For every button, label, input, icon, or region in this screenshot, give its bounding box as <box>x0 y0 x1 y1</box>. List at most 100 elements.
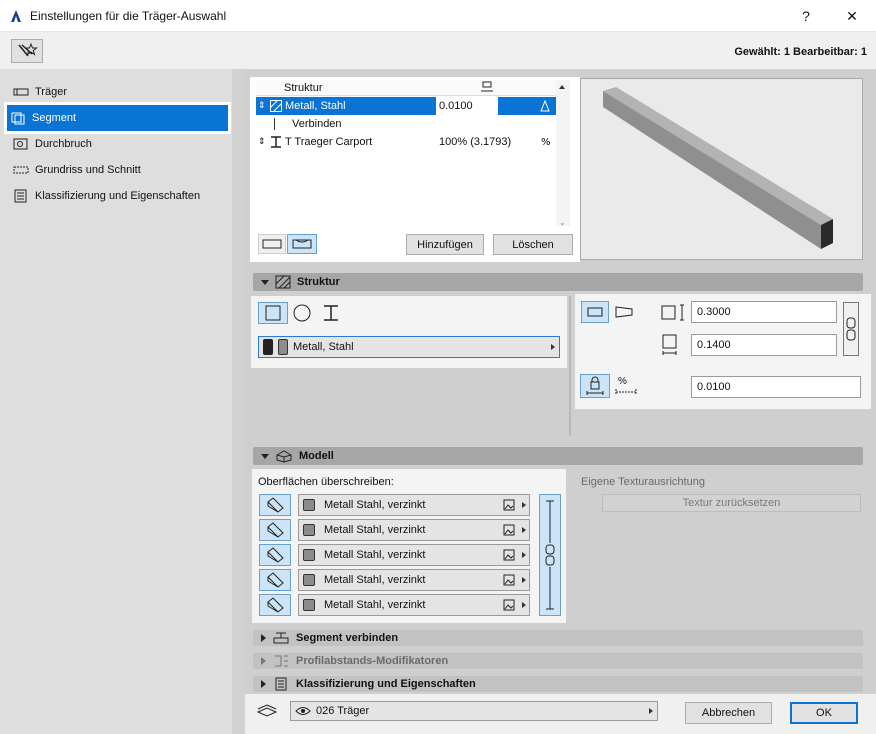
image-icon <box>503 549 515 561</box>
surface-side-button[interactable] <box>259 544 291 566</box>
taper-icon <box>615 306 633 318</box>
floorplan-section-icon <box>13 166 29 174</box>
section-title: Struktur <box>297 276 340 288</box>
add-button[interactable]: Hinzufügen <box>406 234 484 255</box>
sidebar-item-segment[interactable]: Segment <box>4 102 231 134</box>
height-field[interactable]: 0.1400 <box>691 334 837 356</box>
sidebar-item-durchbruch[interactable]: Durchbruch <box>7 132 231 156</box>
popup-arrow-icon <box>522 527 526 533</box>
percent-icon: % <box>618 376 627 387</box>
surface-side-button[interactable] <box>259 569 291 591</box>
profile-icon <box>271 136 281 148</box>
offset-field[interactable]: 0.0100 <box>691 376 861 398</box>
collapse-icon <box>261 453 269 459</box>
delete-button[interactable]: Löschen <box>493 234 573 255</box>
lock-offset-button[interactable] <box>580 374 610 398</box>
section-title: Klassifizierung und Eigenschaften <box>296 678 476 690</box>
help-button[interactable]: ? <box>784 0 828 32</box>
surface-popup[interactable]: Metall Stahl, verzinkt <box>298 594 530 616</box>
popup-arrow-icon <box>522 577 526 583</box>
surface-popup[interactable]: Metall Stahl, verzinkt <box>298 569 530 591</box>
favorites-button[interactable] <box>11 39 43 63</box>
surface-label: Metall Stahl, verzinkt <box>324 499 426 511</box>
beam-face-icon <box>267 572 284 588</box>
layer-label: 026 Träger <box>316 705 370 717</box>
surface-popup[interactable]: Metall Stahl, verzinkt <box>298 544 530 566</box>
expand-icon <box>261 657 266 665</box>
sidebar-divider <box>232 69 245 734</box>
surface-swatch-icon <box>303 599 315 611</box>
section-segment-verbinden[interactable]: Segment verbinden <box>253 630 863 646</box>
link-surfaces-button[interactable] <box>539 494 561 616</box>
rectangle-segment-icon <box>262 239 282 249</box>
circular-profile-button[interactable] <box>292 304 312 325</box>
rectangle-icon <box>265 305 281 321</box>
layer-popup[interactable]: 026 Träger <box>290 701 658 721</box>
surface-label: Metall Stahl, verzinkt <box>324 524 426 536</box>
thickness-header-icon <box>481 81 493 92</box>
section-profil-modifikatoren[interactable]: Profilabstands-Modifikatoren <box>253 653 863 669</box>
popup-arrow-icon <box>522 602 526 608</box>
link-dimensions-button[interactable] <box>843 302 859 356</box>
section-struktur[interactable]: Struktur <box>253 273 863 291</box>
expand-icon <box>261 634 266 642</box>
width-icon <box>661 304 684 321</box>
beam-face-icon <box>267 547 284 563</box>
reset-texture-button[interactable]: Textur zurücksetzen <box>602 494 861 512</box>
sidebar-item-label: Klassifizierung und Eigenschaften <box>35 190 201 202</box>
width-field[interactable]: 0.3000 <box>691 301 837 323</box>
preview-3d[interactable] <box>580 78 863 260</box>
sidebar-item-klassifizierung[interactable]: Klassifizierung und Eigenschaften <box>7 184 231 208</box>
svg-text:%: % <box>541 137 551 148</box>
drag-handle-icon[interactable]: ⇕ <box>258 136 266 147</box>
complex-profile-button[interactable] <box>322 304 340 325</box>
hatch-icon <box>275 275 291 289</box>
core-icon <box>540 99 550 112</box>
favorites-star-icon <box>18 42 38 57</box>
circle-icon <box>293 304 311 322</box>
structure-row[interactable]: ⇕ T Traeger Carport 100% (3.1793) % <box>256 133 556 151</box>
popup-arrow-icon <box>522 552 526 558</box>
collapse-icon <box>261 279 269 285</box>
sidebar-item-traeger[interactable]: Träger <box>7 80 231 104</box>
structure-header-label: Struktur <box>284 82 323 94</box>
popup-arrow-icon <box>522 502 526 508</box>
surface-popup[interactable]: Metall Stahl, verzinkt <box>298 519 530 541</box>
straight-segment-button[interactable] <box>258 234 286 254</box>
sidebar-item-grundriss[interactable]: Grundriss und Schnitt <box>7 158 231 182</box>
profile-modifier-icon <box>275 655 288 667</box>
structure-row-name: Metall, Stahl <box>285 100 346 112</box>
structure-row-selected[interactable]: ⇕ Metall, Stahl 0.0100 <box>256 97 556 115</box>
image-icon <box>503 524 515 536</box>
drag-handle-icon[interactable]: ⇕ <box>258 100 266 111</box>
structure-row[interactable]: Verbinden <box>256 115 556 133</box>
close-button[interactable]: ✕ <box>830 0 874 32</box>
tapered-profile-button[interactable] <box>614 305 634 322</box>
ok-button[interactable]: OK <box>790 702 858 724</box>
beam-face-icon <box>267 522 284 538</box>
section-klassifizierung[interactable]: Klassifizierung und Eigenschaften <box>253 676 863 692</box>
segment-icon <box>11 112 25 125</box>
surface-label: Metall Stahl, verzinkt <box>324 599 426 611</box>
curved-segment-button[interactable] <box>287 234 317 254</box>
uniform-profile-button[interactable] <box>581 301 609 323</box>
section-modell[interactable]: Modell <box>253 447 863 465</box>
section-title: Modell <box>299 450 334 462</box>
surface-side-button[interactable] <box>259 594 291 616</box>
surface-side-button[interactable] <box>259 494 291 516</box>
material-swatch-icon <box>263 339 273 355</box>
surface-side-button[interactable] <box>259 519 291 541</box>
expand-icon <box>261 680 266 688</box>
classification-icon <box>14 189 27 203</box>
surface-popup[interactable]: Metall Stahl, verzinkt <box>298 494 530 516</box>
rectangle-icon <box>587 307 603 317</box>
structure-scrollbar[interactable]: ⌄ <box>556 80 570 227</box>
structure-row-value[interactable]: 0.0100 <box>439 100 473 112</box>
cancel-button[interactable]: Abbrechen <box>685 702 772 724</box>
percent-offset-button[interactable]: % <box>615 374 637 398</box>
popup-arrow-icon <box>649 708 653 714</box>
rectangular-profile-button[interactable] <box>258 302 288 324</box>
popup-arrow-icon <box>551 344 555 350</box>
material-popup[interactable]: Metall, Stahl <box>258 336 560 358</box>
sidebar-item-label: Grundriss und Schnitt <box>35 164 141 176</box>
